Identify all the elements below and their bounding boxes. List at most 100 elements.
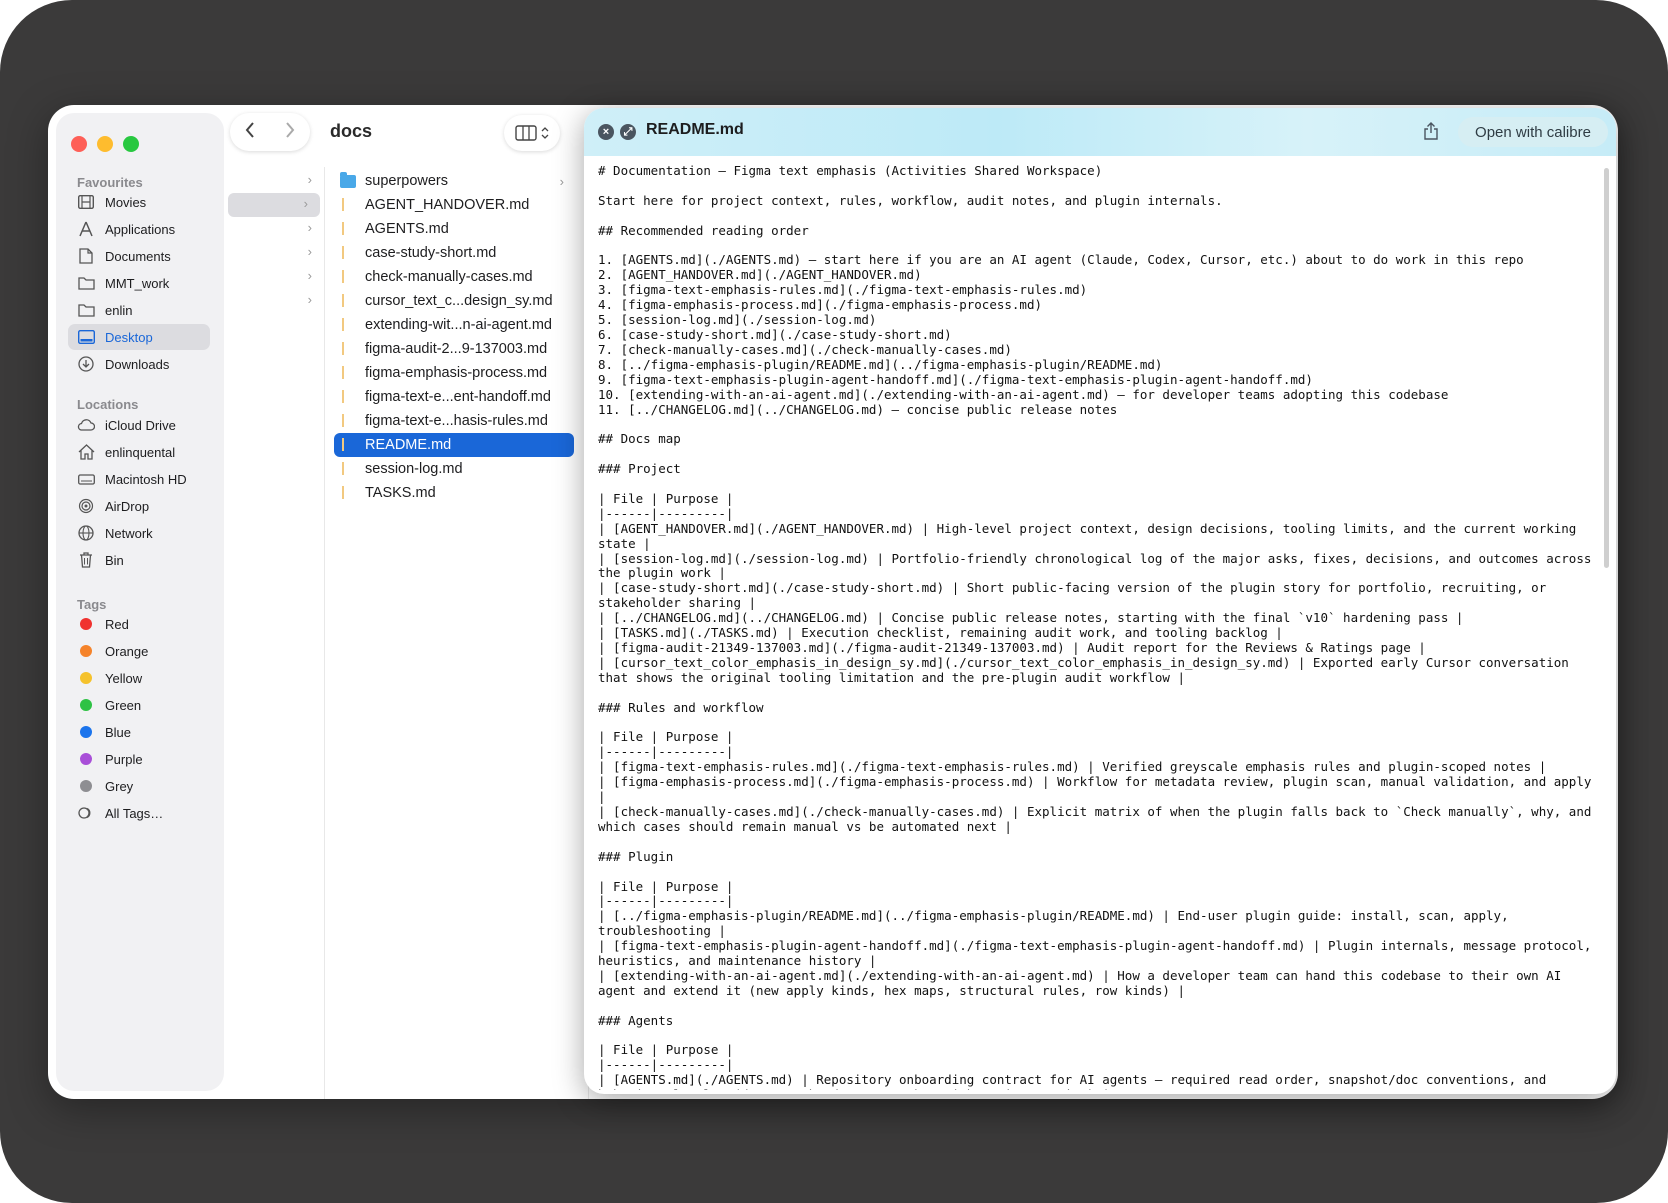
markdown-file-icon — [340, 293, 356, 309]
sidebar-item-label: Green — [105, 697, 142, 713]
folder-icon — [340, 171, 356, 189]
open-with-button[interactable]: Open with calibre — [1458, 117, 1608, 147]
downloads-icon — [76, 355, 96, 373]
sidebar-item-label: AirDrop — [105, 498, 150, 514]
minimize-window-button[interactable] — [97, 136, 113, 152]
screen-frame: Favourites Movies Applications Documents… — [0, 0, 1668, 1203]
sidebar-item-label: Downloads — [105, 356, 170, 372]
back-button[interactable] — [244, 119, 256, 145]
quick-look-content-area: # Documentation — Figma text emphasis (A… — [590, 156, 1608, 1090]
parent-row[interactable]: › — [224, 217, 324, 241]
sidebar-tag-purple[interactable]: Purple — [68, 746, 210, 772]
file-row[interactable]: AGENTS.md — [334, 217, 574, 241]
sidebar-item-enlin[interactable]: enlin — [68, 297, 210, 323]
file-row-selected[interactable]: README.md — [334, 433, 574, 457]
chevron-right-icon: › — [307, 244, 312, 259]
file-row[interactable]: AGENT_HANDOVER.md — [334, 193, 574, 217]
parent-row[interactable]: › — [224, 289, 324, 313]
file-row[interactable]: figma-emphasis-process.md — [334, 361, 574, 385]
film-icon — [76, 193, 96, 211]
share-button[interactable] — [1420, 120, 1442, 142]
folder-icon — [76, 274, 96, 292]
file-row[interactable]: cursor_text_c...design_sy.md — [334, 289, 574, 313]
sidebar-item-label: MMT_work — [105, 275, 170, 291]
sidebar-item-airdrop[interactable]: AirDrop — [68, 493, 210, 519]
sidebar-tag-grey[interactable]: Grey — [68, 773, 210, 799]
view-options-button[interactable] — [504, 115, 560, 151]
sidebar-item-home[interactable]: enlinquental — [68, 439, 210, 465]
close-icon[interactable]: × — [598, 124, 614, 140]
sidebar-item-icloud-drive[interactable]: iCloud Drive — [68, 412, 210, 438]
parent-row[interactable]: › — [224, 241, 324, 265]
file-name: cursor_text_c...design_sy.md — [365, 293, 553, 309]
parent-row-selected[interactable]: › — [228, 193, 320, 217]
parent-row[interactable]: › — [224, 169, 324, 193]
file-row[interactable]: figma-text-e...ent-handoff.md — [334, 385, 574, 409]
airdrop-icon — [76, 497, 96, 515]
forward-button[interactable] — [284, 119, 296, 145]
file-row[interactable]: extending-wit...n-ai-agent.md — [334, 313, 574, 337]
sidebar-all-tags[interactable]: All Tags… — [68, 800, 210, 826]
file-row[interactable]: case-study-short.md — [334, 241, 574, 265]
chevron-right-icon: › — [307, 292, 312, 307]
navigation-buttons — [230, 113, 310, 151]
share-icon — [1424, 122, 1438, 140]
markdown-file-icon — [340, 485, 356, 501]
locations-heading: Locations — [77, 397, 139, 412]
sidebar-item-label: All Tags… — [105, 805, 164, 821]
file-list-column: superpowers › AGENT_HANDOVER.md AGENTS.m… — [326, 167, 589, 1099]
file-name: AGENTS.md — [365, 221, 449, 237]
chevron-right-icon: › — [303, 196, 308, 211]
close-window-button[interactable] — [71, 136, 87, 152]
file-row[interactable]: session-log.md — [334, 457, 574, 481]
readme-text: # Documentation — Figma text emphasis (A… — [598, 163, 1592, 1090]
file-row[interactable]: figma-audit-2...9-137003.md — [334, 337, 574, 361]
zoom-window-button[interactable] — [123, 136, 139, 152]
sidebar: Favourites Movies Applications Documents… — [56, 113, 224, 1091]
chevron-right-icon — [286, 122, 295, 138]
file-name: TASKS.md — [365, 485, 436, 501]
sidebar-item-label: enlinquental — [105, 444, 176, 460]
tag-dot-icon — [76, 723, 96, 741]
desktop-icon — [76, 328, 96, 346]
sidebar-item-applications[interactable]: Applications — [68, 216, 210, 242]
document-icon — [76, 247, 96, 265]
sidebar-item-label: Orange — [105, 643, 149, 659]
tag-dot-icon — [76, 615, 96, 633]
sidebar-item-label: Movies — [105, 194, 147, 210]
file-row-superpowers[interactable]: superpowers › — [334, 169, 574, 193]
parent-row[interactable]: › — [224, 265, 324, 289]
scrollbar[interactable] — [1604, 168, 1609, 568]
sidebar-item-network[interactable]: Network — [68, 520, 210, 546]
tags-heading: Tags — [77, 597, 107, 612]
file-name: README.md — [365, 437, 452, 453]
fullscreen-icon[interactable]: ⤢ — [620, 124, 636, 140]
markdown-file-icon — [340, 341, 356, 357]
sidebar-item-label: Bin — [105, 552, 124, 568]
file-row[interactable]: TASKS.md — [334, 481, 574, 505]
folder-icon — [76, 301, 96, 319]
home-icon — [76, 443, 96, 461]
markdown-file-icon — [340, 461, 356, 477]
file-name: case-study-short.md — [365, 245, 497, 261]
sidebar-item-macintosh-hd[interactable]: Macintosh HD — [68, 466, 210, 492]
globe-icon — [76, 524, 96, 542]
sidebar-item-movies[interactable]: Movies — [68, 189, 210, 215]
sidebar-item-desktop[interactable]: Desktop — [68, 324, 210, 350]
sidebar-item-bin[interactable]: Bin — [68, 547, 210, 573]
sidebar-tag-yellow[interactable]: Yellow — [68, 665, 210, 691]
all-tags-icon — [76, 804, 96, 822]
sidebar-item-documents[interactable]: Documents — [68, 243, 210, 269]
sidebar-item-mmt-work[interactable]: MMT_work — [68, 270, 210, 296]
sidebar-tag-red[interactable]: Red — [68, 611, 210, 637]
markdown-file-icon — [340, 437, 356, 453]
sidebar-item-downloads[interactable]: Downloads — [68, 351, 210, 377]
file-row[interactable]: check-manually-cases.md — [334, 265, 574, 289]
sidebar-tag-orange[interactable]: Orange — [68, 638, 210, 664]
trash-icon — [76, 551, 96, 569]
tag-dot-icon — [76, 642, 96, 660]
file-row[interactable]: figma-text-e...hasis-rules.md — [334, 409, 574, 433]
sidebar-tag-green[interactable]: Green — [68, 692, 210, 718]
sidebar-tag-blue[interactable]: Blue — [68, 719, 210, 745]
folder-title: docs — [330, 121, 373, 141]
